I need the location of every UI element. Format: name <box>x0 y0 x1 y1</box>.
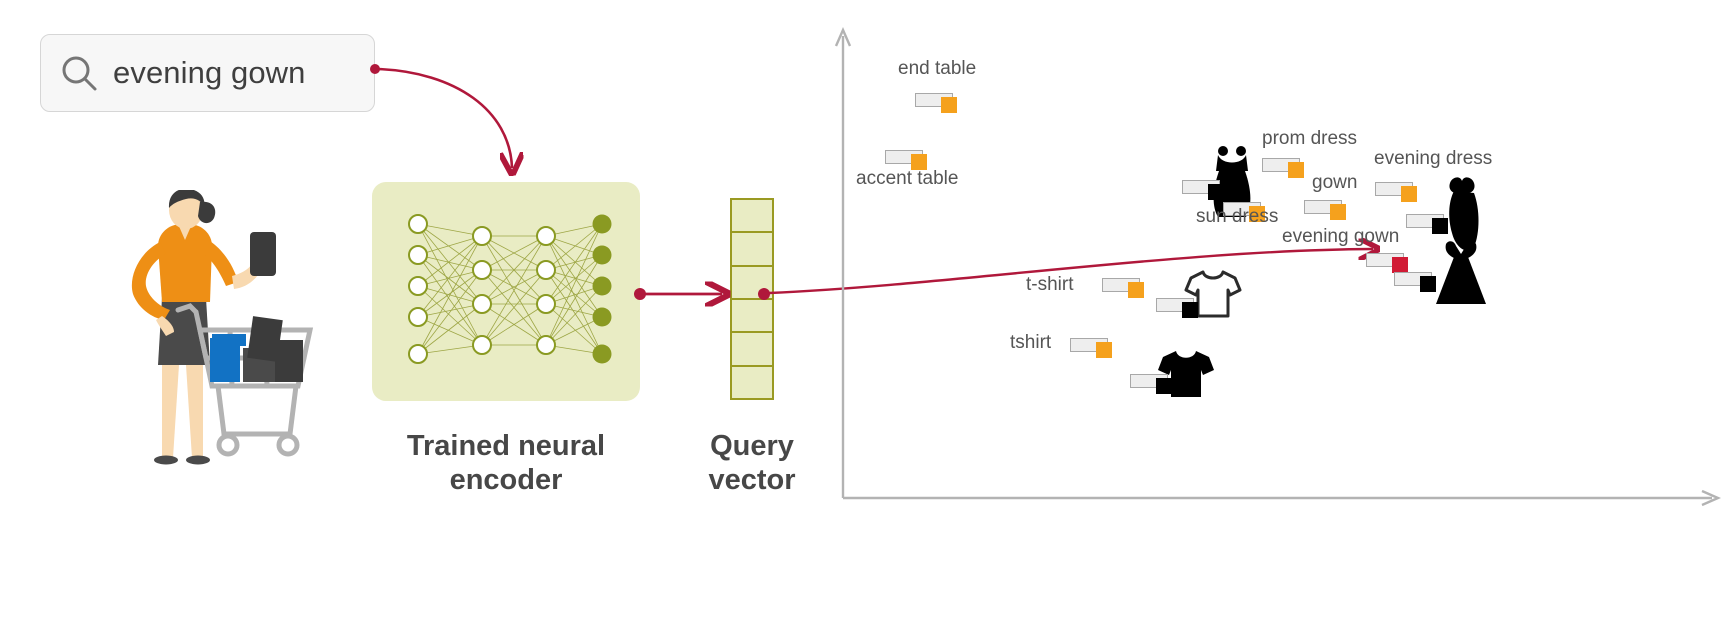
shopper-with-cart-illustration <box>100 188 330 475</box>
diagram-canvas: evening gown Trained neural encoder Quer… <box>0 0 1730 634</box>
query-vector <box>730 198 774 400</box>
query-vector-cell <box>732 333 772 367</box>
product-point-tshirt-filled <box>1130 374 1176 394</box>
query-point-tshirt <box>1070 338 1116 358</box>
query-point-accent-table <box>885 150 931 170</box>
search-icon <box>59 53 99 93</box>
point-label-gown: gown <box>1312 172 1358 193</box>
trained-neural-encoder-panel <box>372 182 640 401</box>
search-box[interactable]: evening gown <box>40 34 375 112</box>
query-marker <box>1102 278 1148 298</box>
query-vector-caption-line2: vector <box>708 463 796 496</box>
query-marker <box>1262 158 1308 178</box>
point-label-sun-dress: sun dress <box>1196 206 1279 227</box>
search-to-encoder-arrow <box>377 67 512 168</box>
query-marker <box>1304 200 1350 220</box>
query-point-end-table <box>915 93 961 113</box>
query-point-t-shirt <box>1102 278 1148 298</box>
product-marker <box>1406 214 1452 234</box>
point-label-evening-gown: evening gown <box>1282 226 1400 247</box>
point-label-accent-table: accent table <box>856 168 959 189</box>
query-vector-caption-line1: Query <box>710 430 794 462</box>
query-point-prom-dress <box>1262 158 1308 178</box>
product-marker <box>1130 374 1176 394</box>
point-label-end-table: end table <box>898 58 977 79</box>
point-label-prom-dress: prom dress <box>1262 128 1358 149</box>
query-marker <box>1070 338 1116 358</box>
product-marker <box>1182 180 1228 200</box>
query-marker <box>915 93 961 113</box>
query-vector-cell <box>732 300 772 334</box>
product-point-ball-gown <box>1394 272 1440 292</box>
product-point-sun-dress <box>1182 180 1228 200</box>
query-point-gown <box>1304 200 1350 220</box>
query-point-evening-dress <box>1375 182 1421 202</box>
point-label-tshirt: tshirt <box>1010 332 1052 353</box>
query-vector-cell <box>732 200 772 234</box>
search-query-text[interactable]: evening gown <box>113 55 306 91</box>
query-vector-cell <box>732 267 772 300</box>
product-marker <box>1394 272 1440 292</box>
neural-network-graph <box>408 214 612 364</box>
embedding-space-plot: end table accent table sun dress prom dr… <box>838 20 1718 520</box>
query-vector-cell <box>732 233 772 267</box>
encoder-caption: Trained neural encoder <box>358 430 654 497</box>
point-label-evening-dress: evening dress <box>1374 148 1493 169</box>
query-vector-caption: Query vector <box>672 430 832 497</box>
result-point-evening-gown <box>1366 253 1412 273</box>
result-marker <box>1366 253 1412 273</box>
encoder-caption-line2: encoder <box>449 463 563 496</box>
encoder-caption-line1: Trained neural <box>406 430 606 462</box>
product-point-evening-dress <box>1406 214 1452 234</box>
point-label-t-shirt: t-shirt <box>1026 274 1074 295</box>
product-marker <box>1156 298 1202 318</box>
query-marker <box>1375 182 1421 202</box>
query-vector-cell <box>732 367 772 400</box>
product-point-tshirt-outline <box>1156 298 1202 318</box>
query-marker <box>885 150 931 170</box>
